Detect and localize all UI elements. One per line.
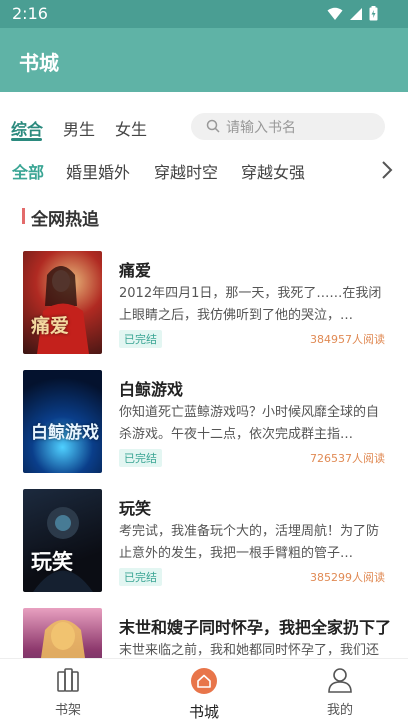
- battery-icon: [369, 6, 378, 21]
- book-cover[interactable]: 白鲸游戏: [23, 370, 102, 473]
- book-title[interactable]: 痛爱: [119, 257, 151, 281]
- section-title: 全网热追: [31, 210, 99, 230]
- page-title: 书城: [19, 51, 59, 75]
- read-count: 385299人阅读: [310, 571, 385, 584]
- chevron-right-icon[interactable]: [380, 160, 394, 180]
- read-count: 726537人阅读: [310, 452, 385, 465]
- nav-label: 书架: [54, 703, 81, 718]
- wifi-icon: [327, 7, 343, 20]
- home-icon: [191, 668, 217, 694]
- search-input[interactable]: 请输入书名: [191, 113, 385, 140]
- cover-title: 白鲸游戏: [31, 423, 99, 443]
- bookshelf-icon: [57, 668, 79, 692]
- user-icon: [328, 668, 352, 693]
- tab-female[interactable]: 女生: [115, 116, 147, 140]
- search-placeholder: 请输入书名: [226, 120, 296, 136]
- section-marker: [22, 208, 25, 224]
- category-tabs: 全部 婚里婚外 穿越时空 穿越女强: [0, 156, 408, 184]
- cover-figure-icon: [33, 507, 93, 592]
- book-item[interactable]: 玩笑 玩笑 考完试，我准备玩个大的，活埋周航！为了防止意外的发生，我把一根手臂粗…: [0, 489, 408, 599]
- book-item[interactable]: 白鲸游戏 白鲸游戏 你知道死亡蓝鲸游戏吗？小时候风靡全球的自杀游戏。午夜十二点，…: [0, 370, 408, 480]
- nav-label: 我的: [326, 703, 353, 718]
- category-time-travel[interactable]: 穿越时空: [154, 159, 218, 183]
- cover-figure-icon: [37, 266, 89, 354]
- book-description: 考完试，我准备玩个大的，活埋周航！为了防止意外的发生，我把一根手臂粗的管子…: [119, 524, 380, 561]
- book-cover[interactable]: 玩笑: [23, 489, 102, 592]
- nav-bookshelf[interactable]: 书架: [38, 667, 98, 718]
- cell-signal-icon: [350, 7, 362, 20]
- tab-male[interactable]: 男生: [63, 116, 95, 140]
- book-title[interactable]: 玩笑: [119, 495, 151, 519]
- read-count: 384957人阅读: [310, 333, 385, 346]
- nav-bookstore[interactable]: 书城: [174, 667, 234, 722]
- active-tab-indicator: [11, 138, 42, 141]
- status-time: 2:16: [12, 4, 48, 23]
- book-description: 你知道死亡蓝鲸游戏吗？小时候风靡全球的自杀游戏。午夜十二点，依次完成群主指…: [119, 405, 380, 442]
- book-title[interactable]: 末世和嫂子同时怀孕，我把全家扔下了: [119, 614, 391, 638]
- status-badge: 已完结: [119, 330, 162, 348]
- app-bar: 书城: [0, 28, 408, 92]
- search-icon: [206, 119, 220, 133]
- category-all[interactable]: 全部: [12, 159, 44, 183]
- status-bar: 2:16: [0, 0, 408, 28]
- category-strong-heroine[interactable]: 穿越女强: [241, 159, 305, 183]
- book-cover[interactable]: 痛爱: [23, 251, 102, 354]
- status-icons: [327, 6, 378, 21]
- book-title[interactable]: 白鲸游戏: [119, 376, 183, 400]
- status-badge: 已完结: [119, 568, 162, 586]
- cover-title: 痛爱: [31, 315, 70, 337]
- book-description: 2012年四月1日，那一天，我死了……在我闭上眼睛之后，我仿佛听到了他的哭泣，…: [119, 286, 382, 323]
- nav-label: 书城: [188, 703, 219, 721]
- bottom-nav: 书架 书城 我的: [0, 658, 408, 725]
- book-item[interactable]: 痛爱 痛爱 2012年四月1日，那一天，我死了……在我闭上眼睛之后，我仿佛听到了…: [0, 251, 408, 361]
- tab-general[interactable]: 综合: [11, 116, 43, 140]
- category-marriage[interactable]: 婚里婚外: [66, 159, 130, 183]
- nav-profile[interactable]: 我的: [310, 667, 370, 718]
- status-badge: 已完结: [119, 449, 162, 467]
- cover-title: 玩笑: [31, 549, 73, 574]
